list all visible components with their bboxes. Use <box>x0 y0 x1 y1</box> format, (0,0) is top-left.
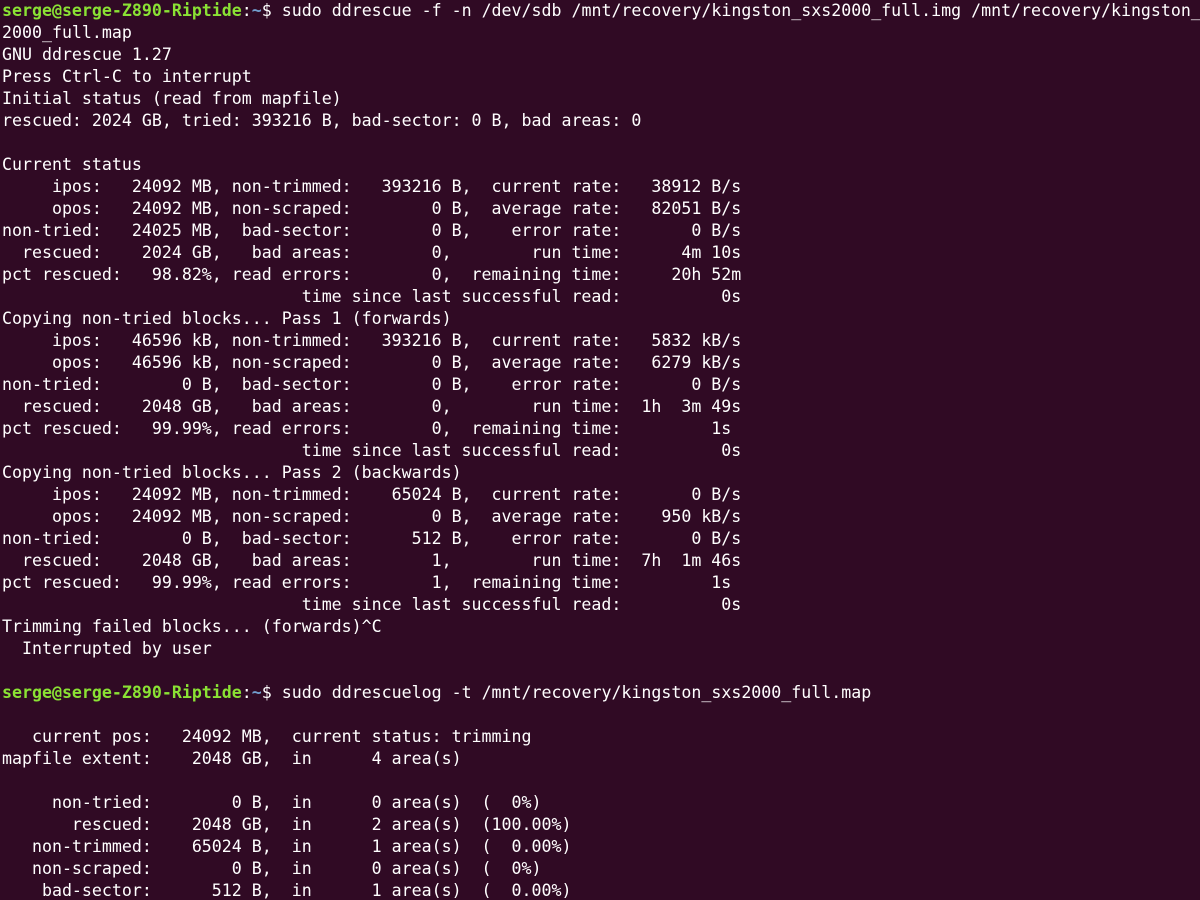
output-line: opos: 24092 MB, non-scraped: 0 B, averag… <box>2 199 742 218</box>
output-line: non-scraped: 0 B, in 0 area(s) ( 0%) <box>2 859 542 878</box>
prompt-path: ~ <box>251 683 262 702</box>
output-line: rescued: 2048 GB, bad areas: 1, run time… <box>2 551 742 570</box>
output-line: Copying non-tried blocks... Pass 1 (forw… <box>2 309 452 328</box>
output-line: pct rescued: 99.99%, read errors: 0, rem… <box>2 419 732 438</box>
command-ddrescuelog: sudo ddrescuelog -t /mnt/recovery/kingst… <box>281 683 872 702</box>
output-line: ipos: 24092 MB, non-trimmed: 393216 B, c… <box>2 177 742 196</box>
output-line: rescued: 2048 GB, bad areas: 0, run time… <box>2 397 742 416</box>
prompt-colon: : <box>241 1 252 20</box>
output-line: opos: 24092 MB, non-scraped: 0 B, averag… <box>2 507 742 526</box>
prompt-colon: : <box>241 683 252 702</box>
output-line: opos: 46596 kB, non-scraped: 0 B, averag… <box>2 353 742 372</box>
output-line: non-tried: 24025 MB, bad-sector: 0 B, er… <box>2 221 742 240</box>
terminal-window[interactable]: serge@serge-Z890-Riptide:~$ sudo ddrescu… <box>0 0 1200 900</box>
command-ddrescue-wrap: 2000_full.map <box>2 23 132 42</box>
output-line: bad-sector: 512 B, in 1 area(s) ( 0.00%) <box>2 881 572 900</box>
output-line: non-tried: 0 B, bad-sector: 0 B, error r… <box>2 375 742 394</box>
output-line: ipos: 24092 MB, non-trimmed: 65024 B, cu… <box>2 485 742 504</box>
output-line: Copying non-tried blocks... Pass 2 (back… <box>2 463 462 482</box>
output-line: time since last successful read: 0s <box>2 595 742 614</box>
ddrescue-output: GNU ddrescue 1.27 Press Ctrl-C to interr… <box>2 44 1200 682</box>
output-line: Trimming failed blocks... (forwards)^C <box>2 617 382 636</box>
output-line: non-trimmed: 65024 B, in 1 area(s) ( 0.0… <box>2 837 572 856</box>
output-line: pct rescued: 99.99%, read errors: 1, rem… <box>2 573 732 592</box>
output-line: Interrupted by user <box>2 639 212 658</box>
output-line: Current status <box>2 155 142 174</box>
output-line: rescued: 2048 GB, in 2 area(s) (100.00%) <box>2 815 572 834</box>
output-line: non-tried: 0 B, bad-sector: 512 B, error… <box>2 529 742 548</box>
prompt-dollar: $ <box>261 683 282 702</box>
output-line: GNU ddrescue 1.27 <box>2 45 172 64</box>
prompt-line-ddrescuelog: serge@serge-Z890-Riptide:~$ sudo ddrescu… <box>2 682 1200 704</box>
command-ddrescue: sudo ddrescue -f -n /dev/sdb /mnt/recove… <box>281 1 1200 20</box>
output-line: mapfile extent: 2048 GB, in 4 area(s) <box>2 749 462 768</box>
output-line: time since last successful read: 0s <box>2 441 742 460</box>
prompt-dollar: $ <box>261 1 282 20</box>
output-line: Initial status (read from mapfile) <box>2 89 342 108</box>
prompt-line-ddrescue: serge@serge-Z890-Riptide:~$ sudo ddrescu… <box>2 0 1200 22</box>
prompt-user-host: serge@serge-Z890-Riptide <box>2 1 242 20</box>
output-line: pct rescued: 98.82%, read errors: 0, rem… <box>2 265 742 284</box>
output-line: time since last successful read: 0s <box>2 287 742 306</box>
prompt-user-host: serge@serge-Z890-Riptide <box>2 683 242 702</box>
output-line: ipos: 46596 kB, non-trimmed: 393216 B, c… <box>2 331 742 350</box>
output-line: Press Ctrl-C to interrupt <box>2 67 252 86</box>
output-line: current pos: 24092 MB, current status: t… <box>2 727 532 746</box>
prompt-path: ~ <box>251 1 262 20</box>
output-line: rescued: 2024 GB, bad areas: 0, run time… <box>2 243 742 262</box>
output-line: rescued: 2024 GB, tried: 393216 B, bad-s… <box>2 111 642 130</box>
ddrescuelog-output: current pos: 24092 MB, current status: t… <box>2 704 1200 900</box>
output-line: non-tried: 0 B, in 0 area(s) ( 0%) <box>2 793 542 812</box>
